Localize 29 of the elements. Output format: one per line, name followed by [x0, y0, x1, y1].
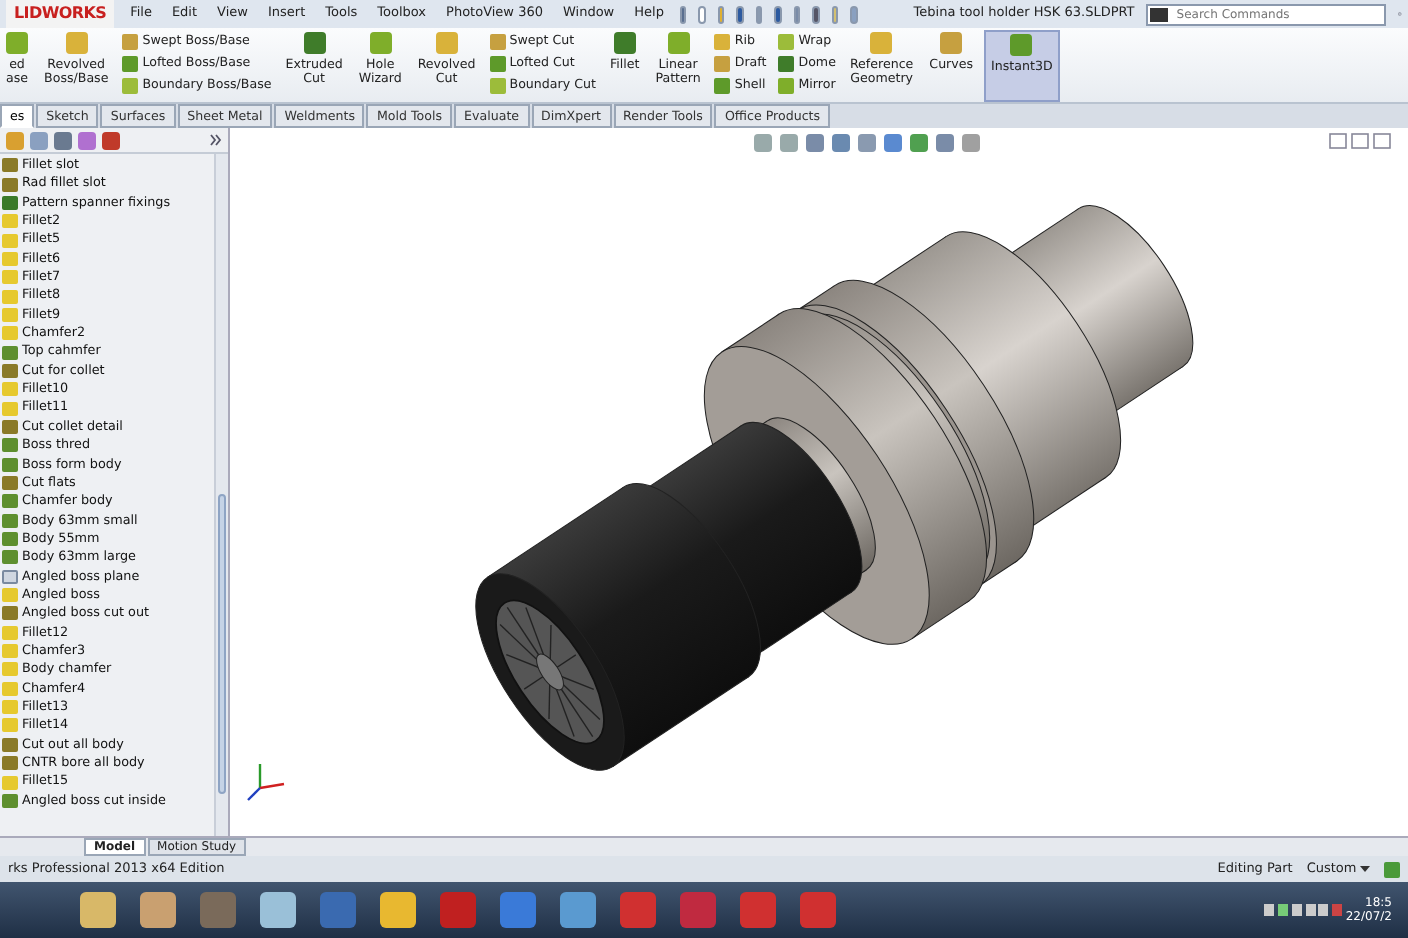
- feature-icon: [6, 32, 28, 54]
- caret-icon: [1360, 866, 1370, 872]
- taskbar-app-icon[interactable]: [80, 892, 116, 928]
- feature-icon: [613, 32, 636, 54]
- taskbar-app-icon[interactable]: [260, 892, 296, 928]
- taskbar-app-icon[interactable]: [800, 892, 836, 928]
- app-logo: LIDWORKS: [6, 0, 115, 28]
- expand-icon[interactable]: [210, 134, 222, 146]
- feature-icon: [435, 32, 458, 54]
- taskbar-app-icon[interactable]: [680, 892, 716, 928]
- taskbar-app-icon[interactable]: [380, 892, 416, 928]
- help-icon[interactable]: [1384, 861, 1400, 877]
- scrollbar[interactable]: [214, 154, 228, 836]
- axis-triad-icon: [247, 764, 285, 801]
- taskbar-app-icon[interactable]: [200, 892, 236, 928]
- taskbar-app-icon[interactable]: [440, 892, 476, 928]
- feature-icon: [870, 32, 893, 54]
- feature-icon: [667, 32, 690, 54]
- feature-icon: [369, 32, 392, 54]
- taskbar-app-icon[interactable]: [560, 892, 596, 928]
- taskbar-app-icon[interactable]: [320, 892, 356, 928]
- taskbar-app-icon[interactable]: [740, 892, 776, 928]
- feature-icon: [65, 32, 88, 54]
- taskbar-app-icon[interactable]: [620, 892, 656, 928]
- feature-icon: [1010, 34, 1033, 56]
- taskbar-app-icon[interactable]: [500, 892, 536, 928]
- feature-icon: [303, 32, 326, 54]
- feature-icon: [940, 32, 963, 54]
- taskbar-app-icon[interactable]: [140, 892, 176, 928]
